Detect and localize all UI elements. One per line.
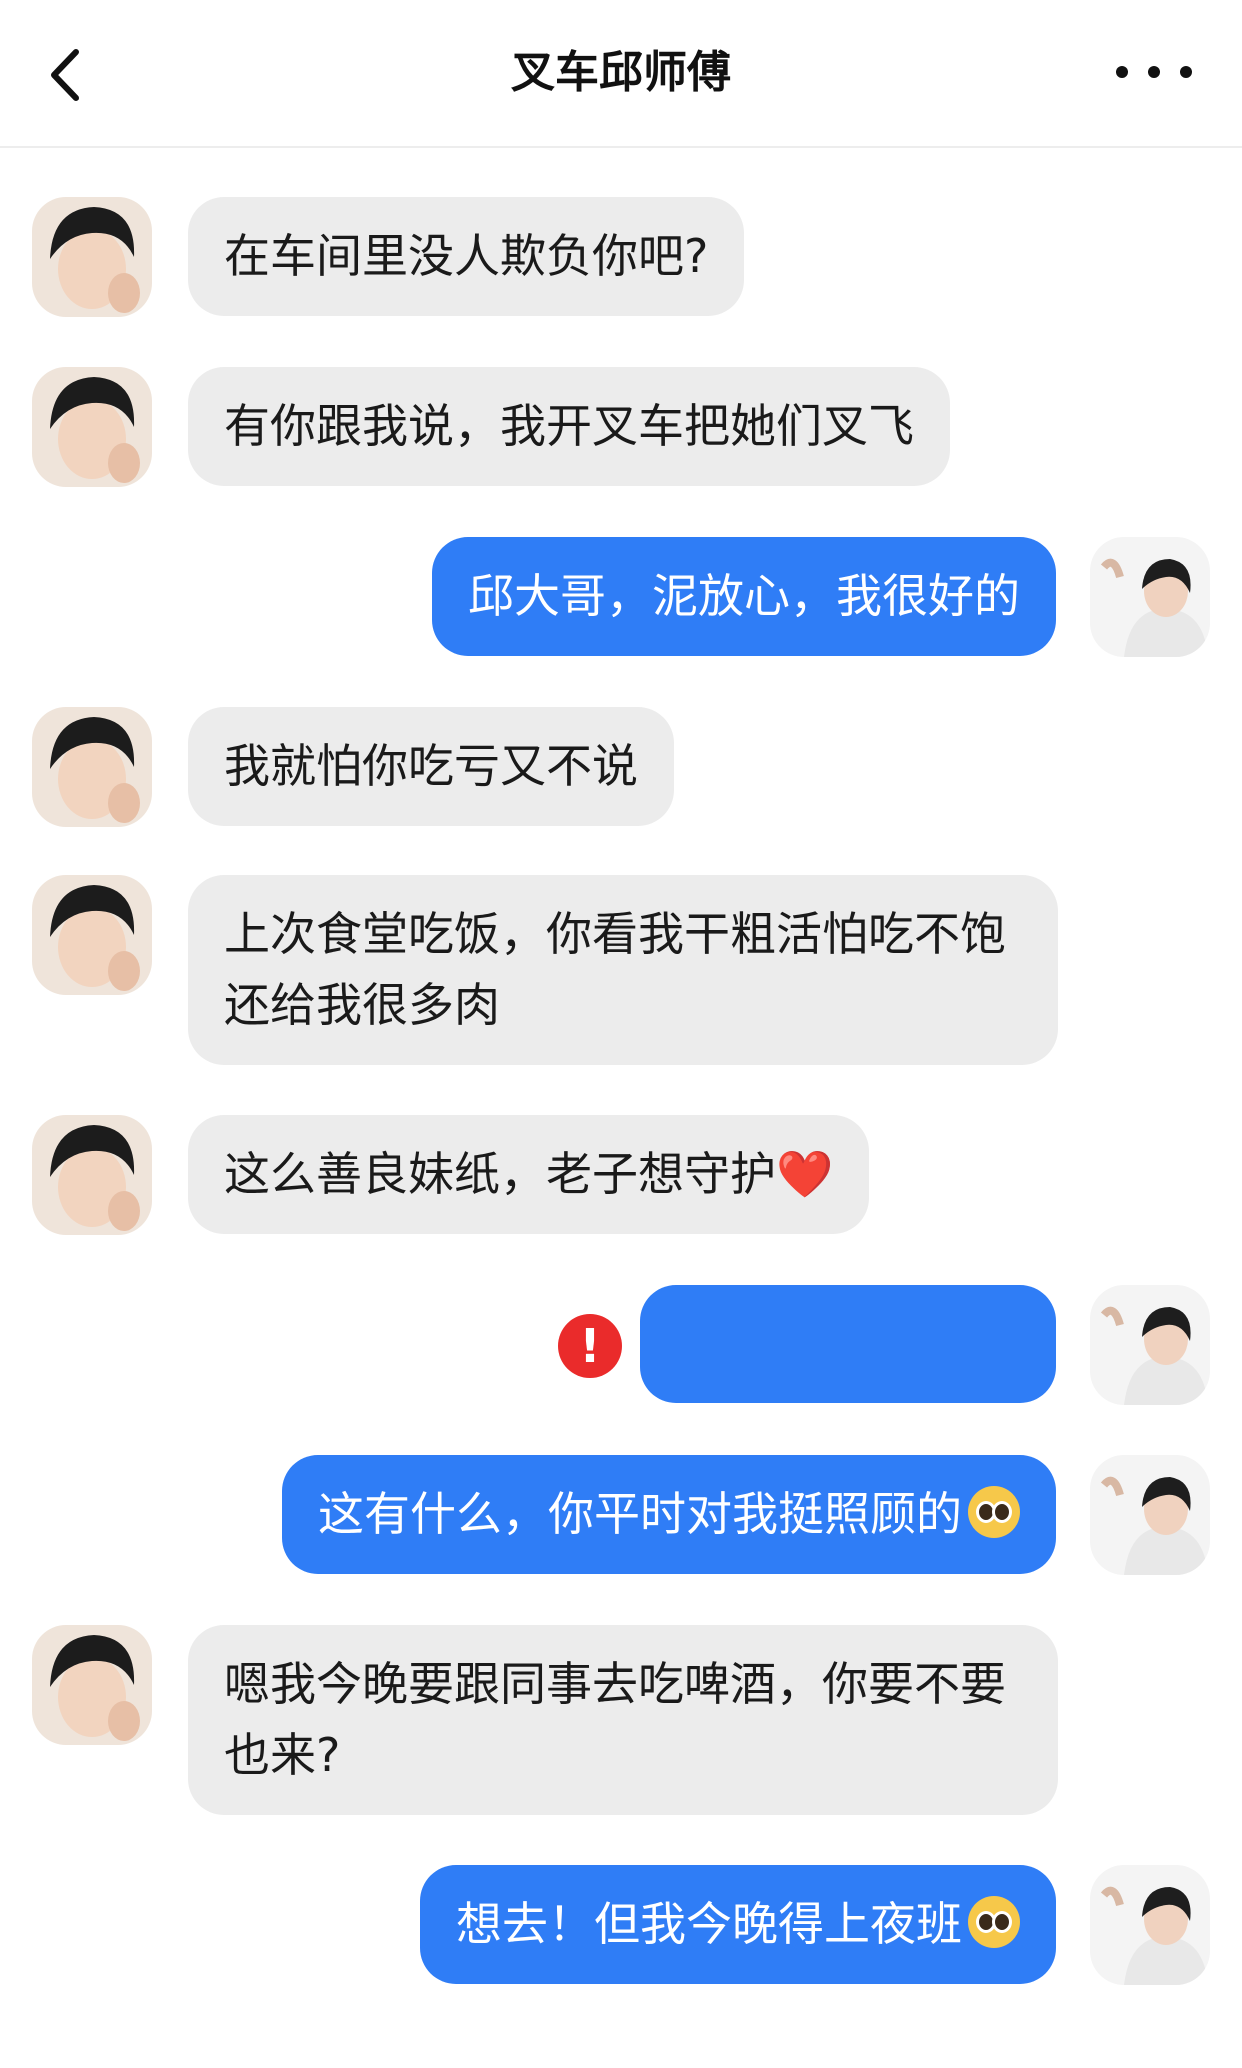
message-text: 这有什么，你平时对我挺照顾的 — [318, 1487, 962, 1541]
heart-emoji-icon: ❤️ — [776, 1147, 834, 1201]
message-bubble-received[interactable]: 在车间里没人欺负你吧? — [188, 197, 745, 316]
message-bubble-received[interactable]: 我就怕你吃亏又不说 — [188, 707, 674, 826]
message-bubble-received[interactable]: 有你跟我说，我开叉车把她们叉飞 — [188, 367, 950, 486]
contact-avatar-image — [32, 875, 152, 995]
contact-avatar-image — [32, 197, 152, 317]
message-bubble-sent[interactable]: 想去！但我今晚得上夜班 — [420, 1865, 1056, 1984]
contact-avatar[interactable] — [32, 1115, 152, 1235]
message-bubble-received[interactable]: 嗯我今晚要跟同事去吃啤酒，你要不要也来? — [188, 1625, 1058, 1815]
user-avatar-image — [1090, 1285, 1210, 1405]
more-dots-icon — [1116, 66, 1192, 78]
message-bubble-received[interactable]: 上次食堂吃饭，你看我干粗活怕吃不饱还给我很多肉 — [188, 875, 1058, 1065]
user-avatar[interactable] — [1090, 537, 1210, 657]
contact-avatar[interactable] — [32, 1625, 152, 1745]
contact-avatar-image — [32, 1625, 152, 1745]
pleading-face-icon — [968, 1486, 1020, 1538]
contact-avatar-image — [32, 707, 152, 827]
contact-avatar[interactable] — [32, 367, 152, 487]
message-text: 这么善良妹纸，老子想守护 — [224, 1147, 776, 1201]
chat-title: 叉车邱师傅 — [511, 47, 731, 98]
user-avatar-image — [1090, 1455, 1210, 1575]
user-avatar[interactable] — [1090, 1455, 1210, 1575]
message-bubble-sent[interactable]: 这有什么，你平时对我挺照顾的 — [282, 1455, 1056, 1574]
contact-avatar-image — [32, 1115, 152, 1235]
user-avatar[interactable] — [1090, 1285, 1210, 1405]
user-avatar[interactable] — [1090, 1865, 1210, 1985]
message-bubble-sent[interactable]: 邱大哥，泥放心，我很好的 — [432, 537, 1056, 656]
error-exclamation-icon[interactable]: ! — [558, 1314, 622, 1378]
message-bubble-sent-failed[interactable] — [640, 1285, 1056, 1403]
contact-avatar[interactable] — [32, 707, 152, 827]
message-text: 想去！但我今晚得上夜班 — [456, 1897, 962, 1951]
user-avatar-image — [1090, 1865, 1210, 1985]
contact-avatar[interactable] — [32, 875, 152, 995]
message-bubble-received[interactable]: 这么善良妹纸，老子想守护❤️ — [188, 1115, 870, 1234]
contact-avatar-image — [32, 367, 152, 487]
contact-avatar[interactable] — [32, 197, 152, 317]
pleading-face-icon — [968, 1896, 1020, 1948]
more-button[interactable] — [1106, 50, 1202, 94]
user-avatar-image — [1090, 537, 1210, 657]
chat-header: 叉车邱师傅 — [0, 0, 1242, 148]
